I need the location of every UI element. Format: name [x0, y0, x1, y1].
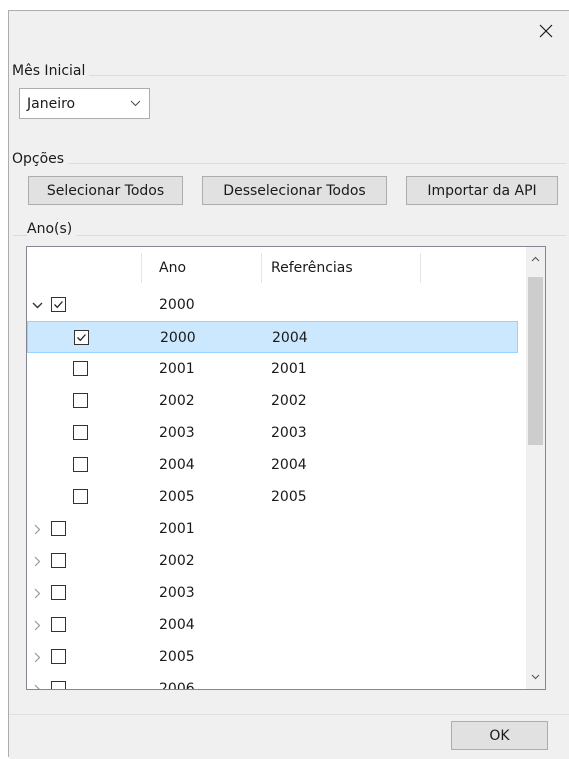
- years-tree-list[interactable]: Ano Referências 2000 2000 2004 2001 2001 2002…: [26, 246, 546, 690]
- opcoes-label: Opções: [12, 151, 69, 167]
- close-button[interactable]: [523, 11, 569, 51]
- column-header-referencias[interactable]: Referências: [271, 247, 353, 289]
- chevron-down-icon: [121, 100, 149, 107]
- tree-row-group[interactable]: 2005: [27, 641, 518, 673]
- month-select-value: Janeiro: [27, 95, 76, 112]
- row-checkbox[interactable]: [51, 649, 66, 664]
- cell-ano: 2006: [159, 681, 195, 690]
- row-checkbox[interactable]: [73, 393, 88, 408]
- row-checkbox[interactable]: [51, 521, 66, 536]
- tree-row-group[interactable]: 2006: [27, 673, 518, 690]
- cell-ano: 2005: [159, 489, 195, 505]
- chevron-right-icon[interactable]: [31, 555, 43, 567]
- deselect-all-button[interactable]: Desselecionar Todos: [202, 176, 387, 205]
- cell-referencias: 2003: [271, 425, 307, 441]
- tree-row-child[interactable]: 2003 2003: [27, 417, 518, 449]
- chevron-down-icon[interactable]: [31, 299, 43, 311]
- row-checkbox[interactable]: [51, 681, 66, 689]
- import-api-button[interactable]: Importar da API: [406, 176, 558, 205]
- cell-referencias: 2001: [271, 361, 307, 377]
- row-checkbox[interactable]: [51, 553, 66, 568]
- tree-row-group[interactable]: 2001: [27, 513, 518, 545]
- column-header-ano[interactable]: Ano: [159, 247, 186, 289]
- cell-referencias: 2004: [271, 457, 307, 473]
- mes-inicial-label: Mês Inicial: [12, 63, 90, 79]
- group-divider: [13, 75, 566, 76]
- chevron-right-icon[interactable]: [31, 651, 43, 663]
- chevron-right-icon[interactable]: [31, 619, 43, 631]
- ok-button[interactable]: OK: [451, 721, 548, 750]
- checkmark-icon: [77, 334, 86, 342]
- cell-referencias: 2004: [272, 330, 308, 346]
- cell-ano: 2003: [159, 425, 195, 441]
- tree-row-child[interactable]: 2004 2004: [27, 449, 518, 481]
- cell-ano: 2002: [159, 553, 195, 569]
- scroll-down-arrow[interactable]: [526, 667, 545, 687]
- row-checkbox[interactable]: [73, 457, 88, 472]
- chevron-right-icon[interactable]: [31, 683, 43, 689]
- cell-ano: 2001: [159, 361, 195, 377]
- list-header: Ano Referências: [27, 247, 517, 289]
- cell-ano: 2002: [159, 393, 195, 409]
- cell-referencias: 2005: [271, 489, 307, 505]
- tree-row-group[interactable]: 2003: [27, 577, 518, 609]
- cell-ano: 2004: [159, 617, 195, 633]
- anos-label: Ano(s): [27, 221, 77, 237]
- row-checkbox[interactable]: [51, 617, 66, 632]
- column-separator: [261, 253, 262, 283]
- tree-row-child[interactable]: 2005 2005: [27, 481, 518, 513]
- cell-ano: 2003: [159, 585, 195, 601]
- group-divider: [13, 235, 566, 236]
- tree-row-group[interactable]: 2004: [27, 609, 518, 641]
- row-checkbox[interactable]: [51, 585, 66, 600]
- title-bar: [9, 11, 569, 51]
- group-divider: [13, 163, 566, 164]
- column-separator: [141, 253, 142, 283]
- row-checkbox[interactable]: [73, 425, 88, 440]
- row-checkbox[interactable]: [51, 297, 66, 312]
- tree-row-child[interactable]: 2001 2001: [27, 353, 518, 385]
- cell-ano: 2000: [160, 330, 196, 346]
- column-separator: [420, 253, 421, 283]
- select-all-button[interactable]: Selecionar Todos: [28, 176, 183, 205]
- checkmark-icon: [54, 301, 63, 309]
- tree-row-group[interactable]: 2000: [27, 289, 518, 321]
- vertical-scrollbar[interactable]: [526, 247, 545, 689]
- tree-row-child[interactable]: 2000 2004: [27, 321, 518, 353]
- chevron-right-icon[interactable]: [31, 523, 43, 535]
- cell-ano: 2004: [159, 457, 195, 473]
- chevron-down-icon: [531, 674, 540, 680]
- row-checkbox[interactable]: [73, 489, 88, 504]
- cell-referencias: 2002: [271, 393, 307, 409]
- dialog-window: Mês Inicial Janeiro Opções Selecionar To…: [8, 10, 569, 759]
- tree-row-child[interactable]: 2002 2002: [27, 385, 518, 417]
- scrollbar-thumb[interactable]: [528, 277, 543, 445]
- month-select[interactable]: Janeiro: [19, 88, 150, 119]
- cell-ano: 2000: [159, 297, 195, 313]
- close-icon: [539, 24, 553, 38]
- chevron-right-icon[interactable]: [31, 587, 43, 599]
- cell-ano: 2005: [159, 649, 195, 665]
- tree-row-group[interactable]: 2002: [27, 545, 518, 577]
- row-checkbox[interactable]: [73, 361, 88, 376]
- cell-ano: 2001: [159, 521, 195, 537]
- scroll-up-arrow[interactable]: [526, 249, 545, 269]
- row-checkbox[interactable]: [74, 330, 89, 345]
- chevron-up-icon: [531, 256, 540, 262]
